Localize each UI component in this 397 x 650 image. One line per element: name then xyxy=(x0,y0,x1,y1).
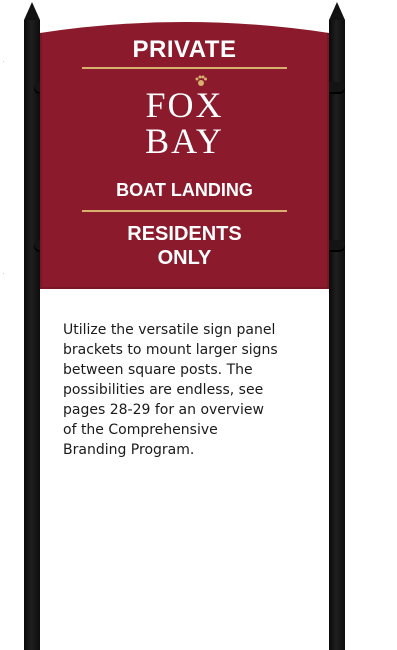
sign-subtitle: BOAT LANDING xyxy=(116,180,253,200)
right-post-cap xyxy=(329,2,345,20)
sign-brand-line-1: FOX xyxy=(145,85,224,125)
sign-top-rule xyxy=(82,67,287,69)
sign-photo: PRIVATE FOX BAY BOAT LANDING RESIDENTS O… xyxy=(0,0,397,650)
right-post xyxy=(329,20,345,650)
description-text: Utilize the versatile sign panel bracket… xyxy=(63,322,278,458)
sign-notice-line-2: ONLY xyxy=(157,247,212,269)
sign-notice-line-1: RESIDENTS xyxy=(127,223,242,245)
edge-mark-top: · xyxy=(2,57,6,68)
sign-header-text: PRIVATE xyxy=(132,36,237,63)
sign-panel: PRIVATE FOX BAY BOAT LANDING RESIDENTS O… xyxy=(40,19,329,289)
sign-brand-line-2: BAY xyxy=(145,121,224,161)
left-post-cap xyxy=(24,2,40,20)
left-post xyxy=(24,20,40,650)
edge-mark-bottom: · xyxy=(2,269,6,280)
sign-middle-rule xyxy=(82,210,287,212)
